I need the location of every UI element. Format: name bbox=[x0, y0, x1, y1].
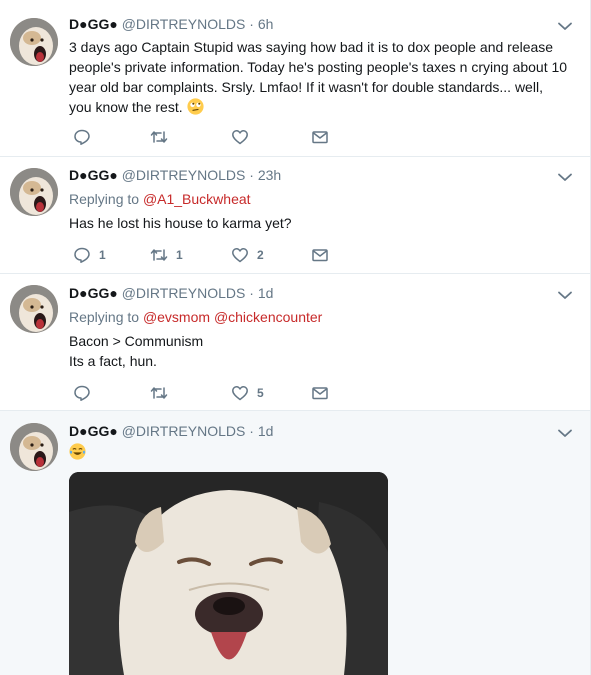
retweet-icon bbox=[150, 249, 168, 261]
like-button[interactable]: 5 bbox=[231, 384, 264, 402]
tweet[interactable]: D●GG● @DIRTREYNOLDS · 1d bbox=[0, 411, 590, 675]
separator: · bbox=[249, 423, 254, 439]
like-count: 2 bbox=[257, 248, 264, 262]
retweet-icon bbox=[150, 131, 168, 143]
mention-link[interactable]: @evsmom bbox=[143, 309, 210, 325]
reply-icon bbox=[74, 247, 90, 263]
reply-count: 1 bbox=[99, 248, 106, 262]
avatar[interactable] bbox=[10, 285, 58, 333]
tweet-body: 3 days ago Captain Stupid was saying how… bbox=[69, 39, 568, 115]
timeline: D●GG● @DIRTREYNOLDS · 6h 3 days ago Capt… bbox=[0, 0, 591, 675]
envelope-icon bbox=[312, 249, 328, 262]
chevron-down-icon[interactable] bbox=[556, 424, 574, 442]
reply-button[interactable] bbox=[73, 128, 99, 146]
retweet-icon bbox=[150, 387, 168, 399]
separator: · bbox=[249, 285, 254, 301]
timestamp[interactable]: 1d bbox=[258, 285, 274, 301]
direct-message-button[interactable] bbox=[311, 128, 329, 146]
replying-to-label: Replying to bbox=[69, 191, 140, 207]
replying-to: Replying to @A1_Buckwheat bbox=[69, 190, 251, 208]
tweet[interactable]: D●GG● @DIRTREYNOLDS · 23h Replying to @A… bbox=[0, 157, 590, 274]
separator: · bbox=[249, 16, 254, 32]
tweet[interactable]: D●GG● @DIRTREYNOLDS · 1d Replying to @ev… bbox=[0, 274, 590, 411]
like-button[interactable]: 2 bbox=[231, 246, 264, 264]
direct-message-button[interactable] bbox=[311, 246, 329, 264]
tweet-actions: 1 1 2 bbox=[69, 246, 369, 264]
tweet-header: D●GG● @DIRTREYNOLDS · 6h bbox=[69, 15, 273, 33]
separator: · bbox=[249, 167, 254, 183]
user-handle[interactable]: @DIRTREYNOLDS bbox=[122, 285, 246, 301]
reply-button[interactable] bbox=[73, 384, 99, 402]
timestamp[interactable]: 23h bbox=[258, 167, 281, 183]
retweet-count: 1 bbox=[176, 248, 183, 262]
direct-message-button[interactable] bbox=[311, 384, 329, 402]
like-count: 5 bbox=[257, 386, 264, 400]
replying-to: Replying to @evsmom @chickencounter bbox=[69, 308, 322, 326]
reply-icon bbox=[74, 385, 90, 401]
user-handle[interactable]: @DIRTREYNOLDS bbox=[122, 167, 246, 183]
tweet-line: Its a fact, hun. bbox=[69, 353, 157, 369]
tweet-header: D●GG● @DIRTREYNOLDS · 1d bbox=[69, 284, 273, 302]
like-button[interactable] bbox=[231, 128, 257, 146]
tweet-actions: 5 bbox=[69, 384, 369, 402]
user-handle[interactable]: @DIRTREYNOLDS bbox=[122, 16, 246, 32]
replying-to-label: Replying to bbox=[69, 309, 140, 325]
tweet-text: Bacon > Communism Its a fact, hun. bbox=[69, 331, 569, 371]
retweet-button[interactable]: 1 bbox=[150, 246, 183, 264]
timestamp[interactable]: 1d bbox=[258, 423, 274, 439]
chevron-down-icon[interactable] bbox=[556, 17, 574, 35]
dog-avatar-image bbox=[10, 168, 58, 216]
avatar[interactable] bbox=[10, 18, 58, 66]
dog-avatar-image bbox=[10, 18, 58, 66]
user-handle[interactable]: @DIRTREYNOLDS bbox=[122, 423, 246, 439]
retweet-button[interactable] bbox=[150, 128, 176, 146]
retweet-button[interactable] bbox=[150, 384, 176, 402]
tweet-header: D●GG● @DIRTREYNOLDS · 1d bbox=[69, 422, 273, 440]
display-name[interactable]: D●GG● bbox=[69, 423, 118, 439]
face-with-tears-of-joy-icon bbox=[69, 443, 86, 460]
display-name[interactable]: D●GG● bbox=[69, 16, 118, 32]
dog-avatar-image bbox=[10, 423, 58, 471]
heart-icon bbox=[232, 386, 248, 401]
avatar[interactable] bbox=[10, 168, 58, 216]
chevron-down-icon[interactable] bbox=[556, 168, 574, 186]
reply-button[interactable]: 1 bbox=[73, 246, 106, 264]
timestamp[interactable]: 6h bbox=[258, 16, 274, 32]
tweet-text: Has he lost his house to karma yet? bbox=[69, 215, 292, 231]
heart-icon bbox=[232, 248, 248, 263]
avatar[interactable] bbox=[10, 423, 58, 471]
mention-link[interactable]: @chickencounter bbox=[214, 309, 322, 325]
tweet-actions bbox=[69, 128, 369, 146]
envelope-icon bbox=[312, 131, 328, 144]
tweet-header: D●GG● @DIRTREYNOLDS · 23h bbox=[69, 166, 281, 184]
tweet-photo[interactable] bbox=[69, 472, 388, 675]
tweet-text bbox=[69, 442, 569, 462]
reply-icon bbox=[74, 129, 90, 145]
heart-icon bbox=[232, 130, 248, 145]
display-name[interactable]: D●GG● bbox=[69, 285, 118, 301]
face-with-rolling-eyes-icon bbox=[186, 98, 204, 115]
dog-photo-image bbox=[69, 472, 388, 675]
tweet-line: Bacon > Communism bbox=[69, 333, 204, 349]
dog-avatar-image bbox=[10, 285, 58, 333]
tweet[interactable]: D●GG● @DIRTREYNOLDS · 6h 3 days ago Capt… bbox=[0, 0, 590, 157]
chevron-down-icon[interactable] bbox=[556, 286, 574, 304]
display-name[interactable]: D●GG● bbox=[69, 167, 118, 183]
envelope-icon bbox=[312, 387, 328, 400]
mention-link[interactable]: @A1_Buckwheat bbox=[143, 191, 251, 207]
tweet-text: 3 days ago Captain Stupid was saying how… bbox=[69, 37, 569, 117]
